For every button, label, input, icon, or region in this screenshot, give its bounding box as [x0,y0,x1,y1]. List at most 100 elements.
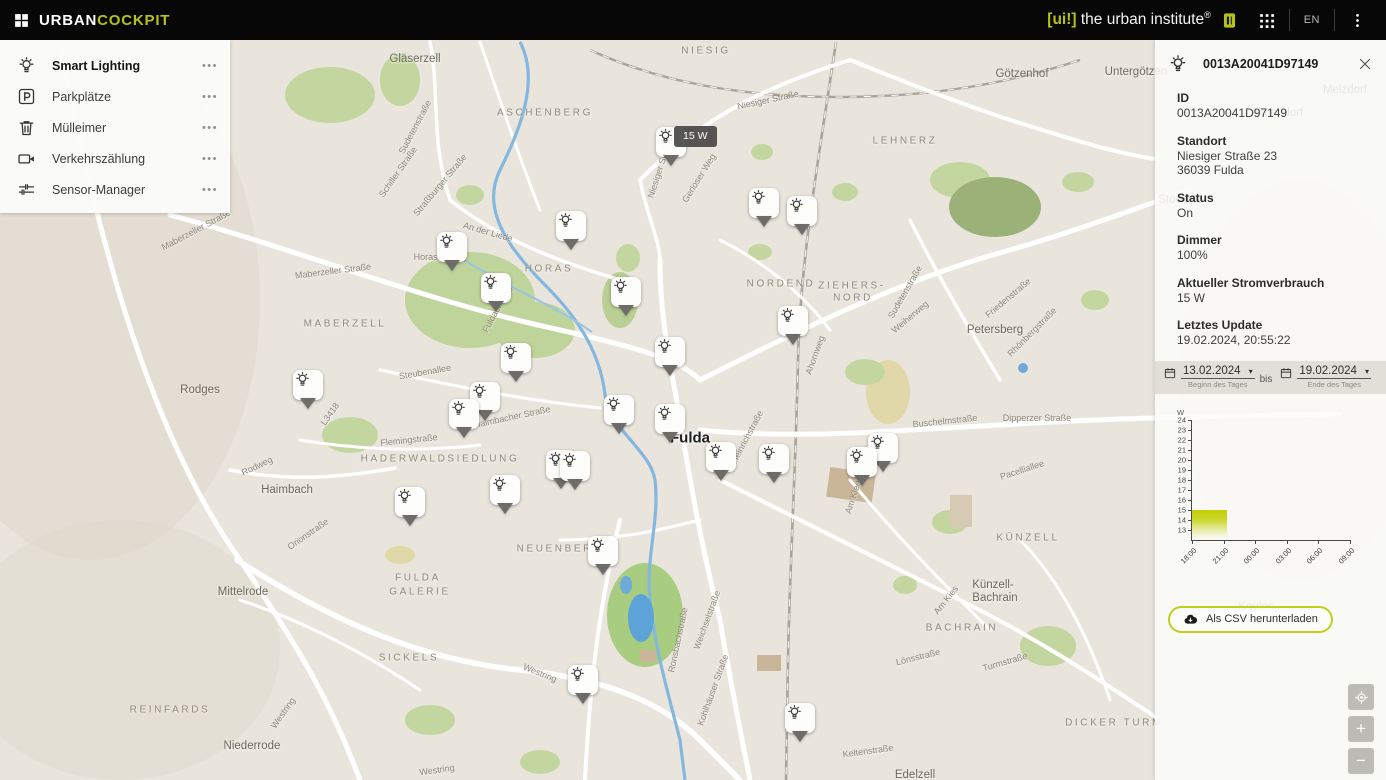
camera-icon [16,148,37,169]
calendar-icon [1163,366,1177,380]
sidebar-item-label: Mülleimer [52,121,106,135]
streetlight-marker[interactable] [749,188,779,218]
zoom-out-button[interactable]: − [1348,748,1374,774]
field-label: Dimmer [1177,233,1374,248]
streetlight-marker[interactable] [293,370,323,400]
detail-panel: 0013A20041D97149 ID0013A20041D97149Stand… [1155,40,1386,780]
apps-menu-icon[interactable] [1257,11,1276,30]
date-separator: bis [1260,374,1273,385]
marker-pointer [456,427,472,438]
sidebar-item-sensor-manager[interactable]: Sensor-Manager••• [0,174,230,205]
streetlight-marker[interactable] [395,487,425,517]
language-selector[interactable]: EN [1304,14,1320,26]
date-end-input[interactable]: 19.02.2024▾ [1297,365,1371,379]
item-menu-icon[interactable]: ••• [202,184,218,196]
marker-pointer [766,472,782,483]
marker-pointer [792,731,808,742]
y-tick-mark [1188,440,1192,441]
bulb-icon [706,442,736,472]
sidebar: Smart Lighting•••Parkplätze•••Mülleimer•… [0,40,230,213]
panel-field-status: StatusOn [1177,191,1374,221]
sidebar-item-parkplaetze[interactable]: Parkplätze••• [0,81,230,112]
streetlight-marker[interactable] [785,703,815,733]
streetlight-marker[interactable] [560,451,590,481]
marker-pointer [567,479,583,490]
y-tick-label: 16 [1178,495,1186,504]
y-tick-label: 20 [1178,455,1186,464]
marker-tooltip: 15 W [674,126,717,147]
bulb-icon [293,370,323,400]
calendar-icon [1279,366,1293,380]
sidebar-item-label: Smart Lighting [52,59,140,73]
streetlight-marker[interactable] [437,232,467,262]
streetlight-marker[interactable] [611,277,641,307]
bulb-icon [449,399,479,429]
item-menu-icon[interactable]: ••• [202,122,218,134]
item-menu-icon[interactable]: ••• [202,153,218,165]
sidebar-item-muelleimer[interactable]: Mülleimer ••• [0,112,230,143]
streetlight-marker[interactable] [759,444,789,474]
locate-button[interactable] [1348,684,1374,710]
streetlight-marker[interactable] [588,536,618,566]
streetlight-marker-selected[interactable]: 15 W [656,127,686,157]
bulb-icon [759,444,789,474]
marker-pointer [618,305,634,316]
streetlight-marker[interactable] [778,306,808,336]
sidebar-item-verkehrszaehlung[interactable]: Verkehrszählung••• [0,143,230,174]
field-label: Standort [1177,134,1374,149]
streetlight-marker[interactable] [655,404,685,434]
zoom-in-button[interactable]: + [1348,716,1374,742]
y-tick-mark [1188,460,1192,461]
marker-pointer [663,155,679,166]
bulb-icon [16,55,37,76]
panel-field-letztes-update: Letztes Update19.02.2024, 20:55:22 [1177,318,1374,348]
streetlight-marker[interactable] [787,196,817,226]
streetlight-marker[interactable] [481,273,511,303]
y-tick-label: 14 [1178,515,1186,524]
field-value: On [1177,206,1374,221]
streetlight-marker[interactable] [556,211,586,241]
date-end-group: 19.02.2024▾ Ende des Tages [1279,365,1371,389]
streetlight-marker[interactable] [655,337,685,367]
marker-pointer [595,564,611,575]
field-label: ID [1177,91,1374,106]
parking-icon [16,86,37,107]
field-label: Status [1177,191,1374,206]
x-tick-mark [1192,540,1193,544]
marker-pointer [444,260,460,271]
streetlight-marker[interactable] [449,399,479,429]
power-consumption-chart: W 24232221201918171615141318:0021:0000:0… [1161,408,1380,576]
kebab-menu-icon[interactable] [1348,11,1367,30]
y-tick-mark [1188,490,1192,491]
bulb-icon [395,487,425,517]
chart-plot: 24232221201918171615141318:0021:0000:000… [1191,420,1350,541]
x-tick-label: 06:00 [1305,546,1325,566]
marker-pointer [575,693,591,704]
app-logo[interactable]: URBANCOCKPIT [13,12,170,29]
marker-pointer [756,216,772,227]
field-value: 0013A20041D97149 [1177,106,1374,121]
app-grid-icon [13,12,30,29]
sidebar-item-smart-lighting[interactable]: Smart Lighting ••• [0,50,230,81]
panel-field-standort: StandortNiesiger Straße 2336039 Fulda [1177,134,1374,178]
streetlight-marker[interactable] [604,395,634,425]
item-menu-icon[interactable]: ••• [202,60,218,72]
bulb-icon [655,337,685,367]
brand-mark-icon[interactable] [1220,11,1239,30]
date-start-input[interactable]: 13.02.2024▾ [1181,365,1255,379]
y-tick-label: 21 [1178,445,1186,454]
field-value: 36039 Fulda [1177,163,1374,178]
y-tick-label: 23 [1178,425,1186,434]
y-tick-mark [1188,480,1192,481]
streetlight-marker[interactable] [568,665,598,695]
marker-pointer [497,503,513,514]
close-icon[interactable] [1356,55,1374,73]
download-csv-button[interactable]: Als CSV herunterladen [1168,606,1333,633]
bulb-icon [437,232,467,262]
item-menu-icon[interactable]: ••• [202,91,218,103]
y-tick-label: 17 [1178,485,1186,494]
streetlight-marker[interactable] [501,343,531,373]
streetlight-marker[interactable] [490,475,520,505]
streetlight-marker[interactable] [847,447,877,477]
streetlight-marker[interactable] [706,442,736,472]
